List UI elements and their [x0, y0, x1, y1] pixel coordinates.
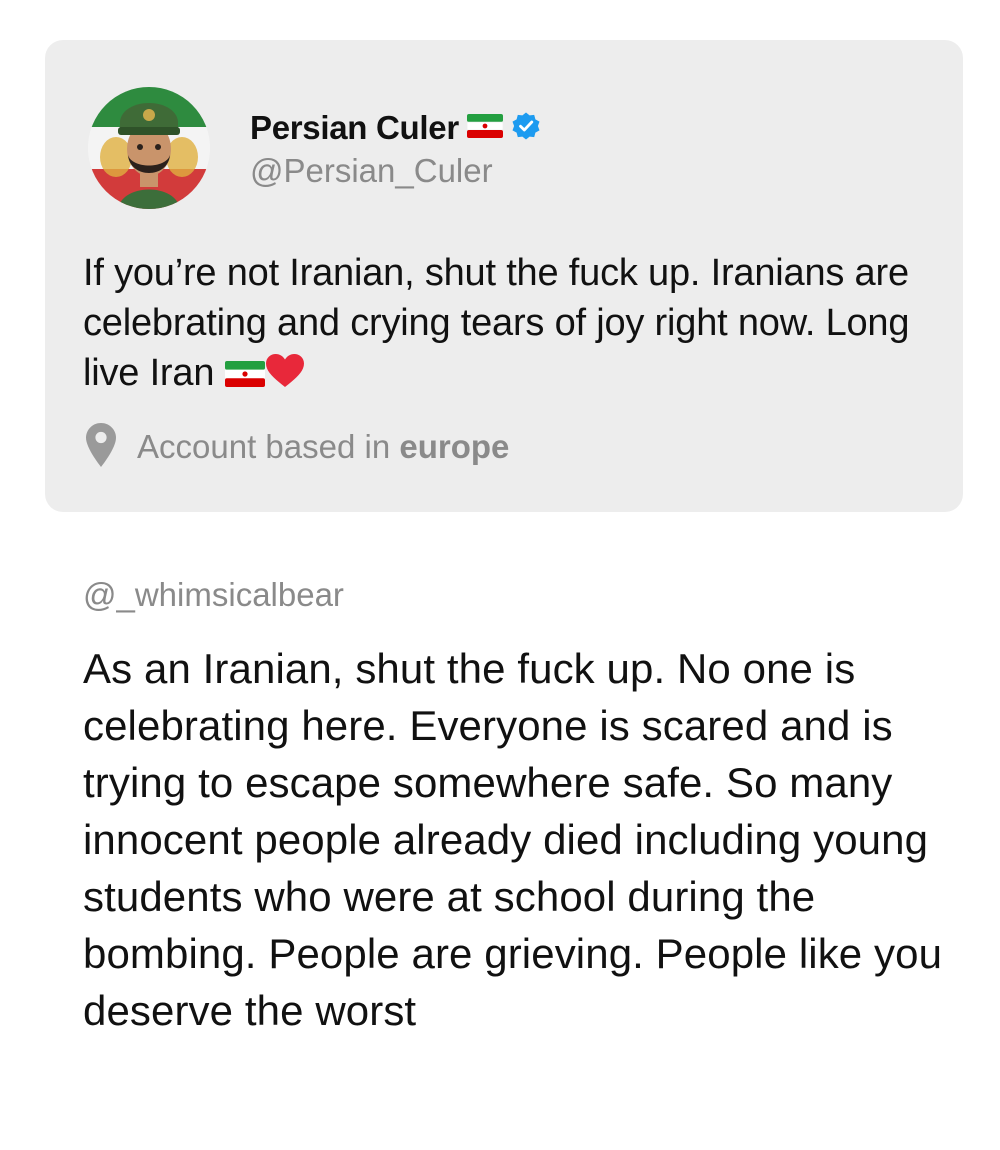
location-pin-icon — [85, 422, 117, 473]
author-handle[interactable]: @Persian_Culer — [250, 152, 493, 190]
red-heart-icon — [265, 352, 305, 402]
reply-author-handle[interactable]: @_whimsicalbear — [83, 576, 344, 614]
avatar[interactable] — [88, 87, 210, 209]
iran-flag-icon — [466, 113, 504, 143]
location-prefix: Account based in — [137, 428, 391, 465]
iran-flag-icon — [224, 352, 265, 402]
location-place: europe — [399, 428, 510, 465]
quoted-post-text: If you’re not Iranian, shut the fuck up.… — [83, 248, 943, 402]
account-location: Account based in europe — [85, 422, 509, 473]
author-display-name[interactable]: Persian Culer — [250, 109, 459, 147]
verified-badge-icon — [511, 111, 541, 146]
author-row[interactable]: Persian Culer — [250, 108, 541, 148]
quoted-post-card[interactable]: Persian Culer @Persian_Culer If you’re n… — [45, 40, 963, 512]
avatar-image — [88, 87, 210, 209]
location-text: Account based in europe — [137, 428, 509, 466]
reply-text: As an Iranian, shut the fuck up. No one … — [83, 645, 943, 1034]
quoted-post-body: If you’re not Iranian, shut the fuck up.… — [83, 252, 910, 394]
